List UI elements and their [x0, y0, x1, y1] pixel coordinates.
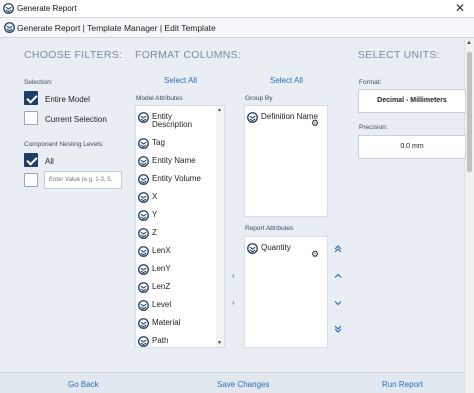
list-item-label: Path — [152, 336, 169, 345]
sketchup-logo-icon — [138, 336, 149, 347]
move-up-icon[interactable] — [334, 272, 342, 280]
scroll-up-icon[interactable]: ▲ — [217, 107, 222, 113]
group-by-label: Group By — [245, 95, 273, 102]
entire-model-checkbox[interactable] — [24, 91, 38, 105]
list-item-label: LenY — [152, 264, 171, 273]
sketchup-logo-icon — [138, 228, 149, 239]
list-item[interactable]: LenY — [138, 264, 171, 275]
gear-icon[interactable]: ⚙ — [311, 119, 319, 128]
scrollbar-thumb[interactable] — [467, 52, 472, 172]
format-select[interactable]: Decimal - Millimeters — [358, 89, 466, 113]
model-attributes-list[interactable]: ▲ ▼ Entity Description Tag Entity Name Enti… — [135, 105, 225, 348]
current-selection-label: Current Selection — [45, 115, 107, 124]
list-item-label: Entity Description — [152, 112, 193, 129]
format-label: Format: — [359, 79, 382, 86]
sketchup-logo-icon — [138, 300, 149, 311]
list-item-label: Entity Volume — [152, 174, 201, 183]
list-item[interactable]: X — [138, 192, 157, 203]
move-top-icon[interactable] — [334, 245, 342, 253]
footer-bar: Go Back Save Changes Run Report — [0, 372, 464, 393]
sketchup-logo-icon — [138, 246, 149, 257]
sketchup-logo-icon — [138, 264, 149, 275]
move-bottom-icon[interactable] — [334, 325, 342, 333]
report-attributes-list[interactable]: Quantity ⚙ — [244, 236, 328, 348]
list-item[interactable]: Definition Name — [247, 112, 318, 123]
sketchup-logo-icon — [138, 192, 149, 203]
list-item[interactable]: Entity Volume — [138, 174, 201, 185]
nesting-levels-label: Component Nesting Levels: — [24, 141, 104, 148]
sketchup-logo-icon — [3, 3, 14, 14]
go-back-button[interactable]: Go Back — [68, 380, 99, 389]
sketchup-logo-icon — [247, 112, 258, 123]
list-item-label: X — [152, 192, 158, 201]
group-by-list[interactable]: Definition Name ⚙ — [244, 105, 328, 217]
sketchup-logo-icon — [138, 112, 149, 123]
scroll-down-icon[interactable]: ▼ — [217, 340, 222, 346]
move-right-button[interactable]: › — [232, 299, 235, 307]
precision-label: Precision: — [359, 124, 388, 131]
list-item[interactable]: LenZ — [138, 282, 170, 293]
sketchup-logo-icon — [138, 138, 149, 149]
current-selection-checkbox[interactable] — [24, 111, 38, 125]
sketchup-logo-icon — [247, 243, 258, 254]
move-left-button[interactable]: ‹ — [232, 272, 235, 280]
entire-model-label: Entire Model — [45, 95, 90, 104]
filters-heading: CHOOSE FILTERS: — [24, 49, 123, 61]
select-all-group-by-link[interactable]: Select All — [270, 76, 303, 85]
sketchup-logo-icon — [138, 156, 149, 167]
sketchup-logo-icon — [138, 174, 149, 185]
list-item[interactable]: Entity Name — [138, 156, 196, 167]
list-item-label: Z — [152, 228, 157, 237]
window-title: Generate Report — [17, 4, 77, 13]
list-item[interactable]: Tag — [138, 138, 165, 149]
list-item[interactable]: Y — [138, 210, 157, 221]
precision-select[interactable]: 0.0 mm — [358, 135, 466, 159]
units-heading: SELECT UNITS: — [358, 49, 440, 61]
list-item-label: LenX — [152, 246, 171, 255]
sketchup-logo-icon — [138, 282, 149, 293]
sketchup-logo-icon — [4, 22, 15, 33]
list-item-label: Level — [152, 300, 172, 309]
list-item-label: LenZ — [152, 282, 171, 291]
selection-label: Selection: — [24, 79, 53, 86]
list-item[interactable]: Path — [138, 336, 168, 347]
scroll-up-icon[interactable]: ▲ — [466, 40, 472, 46]
list-item-label: Y — [152, 210, 158, 219]
move-down-icon[interactable] — [334, 299, 342, 307]
list-item[interactable]: LenX — [138, 246, 171, 257]
list-item-label: Definition Name — [261, 112, 318, 121]
gear-icon[interactable]: ⚙ — [311, 250, 319, 259]
list-item[interactable]: Material — [138, 318, 180, 329]
list-item[interactable]: Entity Description — [138, 112, 210, 129]
list-item[interactable]: Z — [138, 228, 157, 239]
custom-levels-checkbox[interactable] — [24, 173, 38, 187]
close-icon[interactable]: ✕ — [455, 1, 465, 15]
model-attributes-scrollbar[interactable]: ▲ ▼ — [216, 106, 224, 347]
report-attributes-label: Report Attributes — [245, 225, 294, 232]
breadcrumb: Generate Report | Template Manager | Edi… — [17, 23, 216, 33]
sketchup-logo-icon — [138, 318, 149, 329]
sketchup-logo-icon — [138, 210, 149, 221]
list-item-label: Tag — [152, 138, 165, 147]
list-item[interactable]: Level — [138, 300, 171, 311]
list-item-label: Quantity — [261, 243, 291, 252]
list-item-label: Entity Name — [152, 156, 196, 165]
nesting-levels-input[interactable]: Enter Value (e.g. 1-3, 5, — [44, 171, 122, 189]
list-item[interactable]: Quantity — [247, 243, 291, 254]
all-levels-checkbox[interactable] — [24, 153, 38, 167]
window-titlebar: Generate Report ✕ — [0, 0, 474, 18]
all-levels-label: All — [45, 157, 54, 166]
model-attributes-label: Model Attributes — [136, 95, 183, 102]
run-report-button[interactable]: Run Report — [382, 380, 423, 389]
save-changes-button[interactable]: Save Changes — [217, 380, 269, 389]
select-all-model-attributes-link[interactable]: Select All — [164, 76, 197, 85]
columns-heading: FORMAT COLUMNS: — [135, 49, 242, 61]
breadcrumb-bar: Generate Report | Template Manager | Edi… — [0, 18, 474, 38]
list-item-label: Material — [152, 318, 181, 327]
